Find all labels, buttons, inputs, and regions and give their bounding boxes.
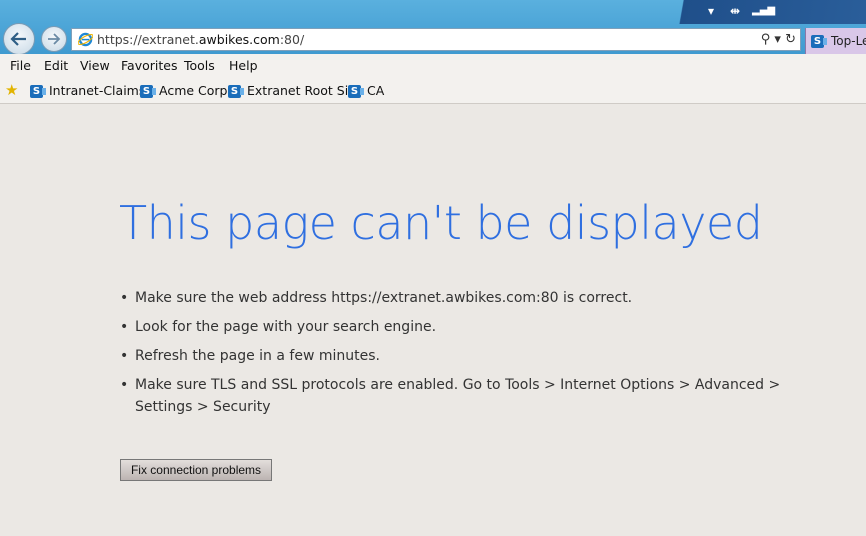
signal-icon: ▂▄▆ — [752, 5, 776, 16]
address-url[interactable]: https://extranet.awbikes.com:80/ — [97, 32, 304, 47]
url-host: awbikes.com — [198, 32, 280, 47]
menu-view[interactable]: View — [80, 58, 110, 74]
favorites-star-icon[interactable]: ★ — [5, 82, 18, 98]
pin-icon[interactable]: ⇹ — [730, 3, 740, 19]
back-button[interactable] — [3, 23, 35, 55]
error-title: This page can't be displayed — [119, 196, 763, 250]
error-tip: Refresh the page in a few minutes. — [118, 345, 828, 367]
sharepoint-icon: S — [811, 35, 827, 48]
menu-tools[interactable]: Tools — [184, 58, 215, 74]
forward-arrow-icon — [48, 33, 61, 45]
favorite-link[interactable]: S Extranet Root Site — [228, 83, 361, 99]
error-tip: Look for the page with your search engin… — [118, 316, 828, 338]
sharepoint-icon: S — [140, 85, 156, 98]
error-tip: Make sure the web address https://extran… — [118, 287, 828, 309]
menu-file[interactable]: File — [10, 58, 31, 74]
menu-bar: File Edit View Favorites Tools Help — [0, 54, 866, 78]
address-tools[interactable]: ⚲ ▾ ↻ — [761, 31, 796, 48]
ie-page-icon — [78, 32, 93, 47]
back-arrow-icon — [10, 32, 26, 46]
favorite-link[interactable]: S Intranet-Claims — [30, 83, 145, 99]
sharepoint-icon: S — [30, 85, 46, 98]
favorite-label: Acme Corp — [159, 83, 228, 98]
favorite-link[interactable]: S Acme Corp — [140, 83, 228, 99]
forward-button[interactable] — [41, 26, 67, 52]
url-prefix: https://extranet. — [97, 32, 199, 47]
fix-connection-button[interactable]: Fix connection problems — [120, 459, 272, 481]
favorite-label: Extranet Root Site — [247, 83, 361, 98]
favorite-label: Intranet-Claims — [49, 83, 146, 98]
error-tip: Make sure TLS and SSL protocols are enab… — [118, 374, 828, 418]
browser-tab[interactable]: S Top-Le — [805, 28, 866, 54]
url-suffix: :80/ — [279, 32, 305, 47]
menu-help[interactable]: Help — [229, 58, 258, 74]
sharepoint-icon: S — [348, 85, 364, 98]
browser-titlebar: ▾ ⇹ ▂▄▆ https://extranet.awbikes.com:80/… — [0, 0, 866, 55]
tab-label: Top-Le — [831, 34, 866, 48]
favorite-label: CA — [367, 83, 385, 98]
menu-edit[interactable]: Edit — [44, 58, 68, 74]
favorites-bar: ★ S Intranet-Claims S Acme Corp S Extranet … — [0, 78, 866, 104]
menu-favorites[interactable]: Favorites — [121, 58, 177, 74]
favorite-link[interactable]: S CA — [348, 83, 384, 99]
dropdown-icon[interactable]: ▾ — [708, 3, 714, 19]
address-bar[interactable]: https://extranet.awbikes.com:80/ ⚲ ▾ ↻ — [71, 28, 801, 51]
sharepoint-icon: S — [228, 85, 244, 98]
error-tips-list: Make sure the web address https://extran… — [118, 287, 828, 425]
